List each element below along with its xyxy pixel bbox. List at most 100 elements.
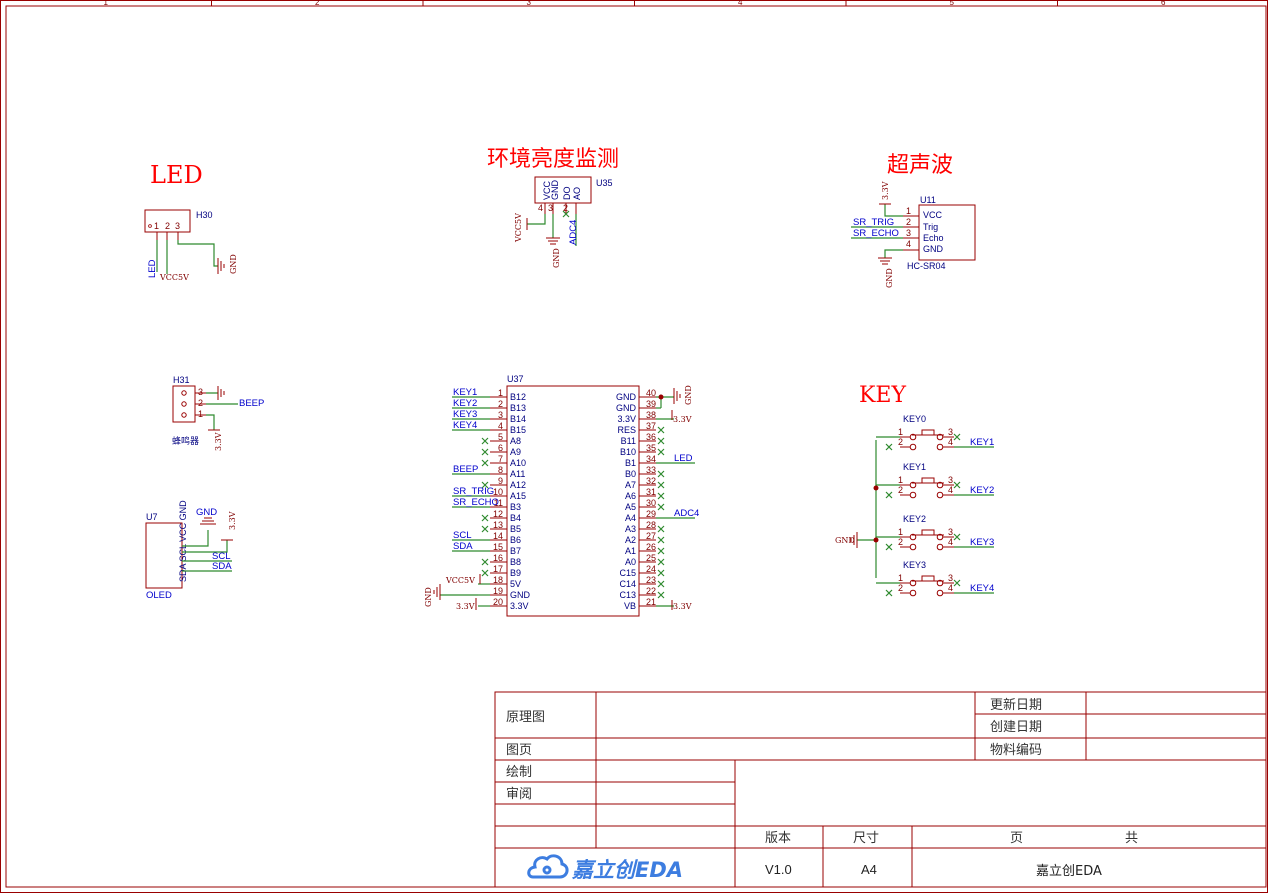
ultra-net-echo: SR_ECHO [853, 228, 899, 239]
light-title: 环境亮度监测 [487, 147, 619, 172]
mcu-nc-marker [657, 525, 665, 533]
mcu-net-label: KEY3 [453, 409, 477, 420]
key-pin-number: 1 [898, 475, 903, 485]
mcu-pin-number: 31 [646, 487, 656, 497]
ultra-value: HC-SR04 [907, 261, 946, 271]
mcu-pin-name: GND [616, 392, 637, 402]
ruler-col-6: 6 [1161, 0, 1166, 7]
key-contact [909, 543, 917, 551]
mcu-pin-number: 2 [498, 399, 503, 409]
key-pin-number: 1 [898, 573, 903, 583]
ultra-pin-echo: Echo [923, 233, 944, 243]
mcu-nc-marker [657, 569, 665, 577]
key-contact [936, 443, 944, 451]
mcu-pin-name: B1 [625, 458, 636, 468]
led-net-gnd: GND [229, 254, 238, 274]
key-contact [936, 543, 944, 551]
oled-pin-text: SDA SCL VCC GND [178, 500, 188, 582]
led-pin-3: 3 [175, 221, 180, 231]
tb-version: V1.0 [765, 862, 792, 877]
buzzer-pinnum-3: 3 [198, 387, 203, 397]
mcu-pin-number: 33 [646, 465, 656, 475]
ultra-gnd-symbol [878, 257, 892, 265]
mcu-pin-number: 35 [646, 443, 656, 453]
mcu-pin-number: 14 [493, 531, 503, 541]
tb-part-code-label: 物料编码 [990, 743, 1042, 758]
key-contact [936, 491, 944, 499]
ultra-title: 超声波 [887, 153, 953, 178]
mcu-net-label: 3.3V [673, 602, 692, 611]
mcu-pin-name: 5V [510, 579, 521, 589]
mcu-nc-marker [657, 437, 665, 445]
key-net-gnd: GND [835, 536, 855, 545]
key-list: KEY01234 KEY1KEY11234 KEY2KEY21234 KEY3KEY3… [876, 414, 994, 597]
mcu-pin-name: C15 [619, 568, 636, 578]
key-pin-stubs [900, 582, 954, 594]
oled-label: OLED [146, 590, 172, 601]
mcu-pin-name: B4 [510, 513, 521, 523]
key-pin-number: 1 [898, 427, 903, 437]
mcu-pin-number: 29 [646, 509, 656, 519]
light-net-gnd: GND [552, 248, 561, 268]
key-junction-2 [873, 537, 879, 543]
key-pin-number: 3 [948, 475, 953, 485]
key-pin-number: 3 [948, 573, 953, 583]
key-ref: KEY3 [903, 560, 926, 570]
mcu-pin-name: B9 [510, 568, 521, 578]
brand-logo: 嘉立创EDA [527, 854, 683, 882]
tb-size: A4 [861, 862, 877, 877]
mcu-nc-marker [657, 591, 665, 599]
ultra-ref: U11 [920, 195, 936, 205]
led-ref: H30 [196, 210, 213, 220]
key-bus-wire [857, 440, 877, 578]
led-net-led: LED [147, 259, 158, 278]
mcu-gnd-symbol-right [673, 388, 681, 404]
key-ref: KEY0 [903, 414, 926, 424]
key-pin-stubs [900, 484, 954, 496]
mcu-pin-name: VB [624, 601, 636, 611]
mcu-pin-name: A1 [625, 546, 636, 556]
mcu-gnd-junction [658, 394, 664, 400]
light-gnd-symbol [546, 237, 560, 245]
ultra-pinnum-2: 2 [906, 217, 911, 227]
mcu-net-label: 3.3V [456, 602, 475, 611]
buzzer-pin-3 [181, 412, 187, 418]
mcu-pin-number: 34 [646, 454, 656, 464]
key-pin-number: 2 [898, 437, 903, 447]
buzzer-pin-1 [181, 390, 187, 396]
mcu-pin-number: 1 [498, 388, 503, 398]
mcu-net-label: KEY2 [453, 398, 477, 409]
ultra-pin-trig: Trig [923, 222, 938, 232]
mcu-pin-name: B6 [510, 535, 521, 545]
mcu-pin-number: 13 [493, 520, 503, 530]
ruler-col-4: 4 [738, 0, 743, 7]
mcu-pin-number: 23 [646, 575, 656, 585]
buzzer-block: H31 3 2 1 BEEP 3.3V 蜂鸣器 [172, 375, 264, 451]
mcu-net-label: SCL [453, 530, 471, 541]
key-contact [909, 443, 917, 451]
led-block: LED H30 1 2 3 LED VCC5V GND [144, 161, 238, 282]
led-pin1-dot [148, 224, 152, 228]
mcu-nc-marker [481, 569, 489, 577]
ultrasonic-block: 超声波 U11 VCC Trig Echo GND 1 2 3 4 3.3V S… [851, 153, 976, 288]
mcu-pin-number: 9 [498, 476, 503, 486]
mcu-pin-number: 28 [646, 520, 656, 530]
mcu-net-label: VCC5V [445, 576, 475, 585]
mcu-net-label: ADC4 [674, 508, 699, 519]
mcu-pin-number: 15 [493, 542, 503, 552]
mcu-pin-name: C14 [619, 579, 636, 589]
ultra-pinnum-3: 3 [906, 228, 911, 238]
mcu-pin-number: 39 [646, 399, 656, 409]
ruler-col-5: 5 [950, 0, 955, 7]
key-pin-number: 1 [898, 527, 903, 537]
mcu-pin-name: A15 [510, 491, 526, 501]
mcu-pin-name: B0 [625, 469, 636, 479]
ruler-col-2: 2 [315, 0, 320, 7]
key-net-label: KEY4 [970, 583, 994, 594]
mcu-pin-name: B11 [621, 436, 636, 446]
oled-gnd-symbol [200, 517, 216, 525]
mcu-nc-marker [657, 547, 665, 555]
mcu-net-label: KEY4 [453, 420, 477, 431]
mcu-nc-marker [481, 558, 489, 566]
mcu-pin-name: B10 [620, 447, 636, 457]
